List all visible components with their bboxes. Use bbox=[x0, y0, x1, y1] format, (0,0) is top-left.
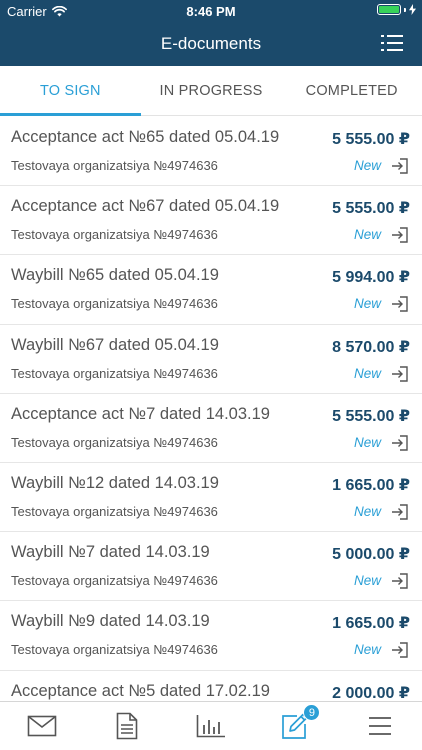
document-row[interactable]: Acceptance act №65 dated 05.04.19 5 555.… bbox=[0, 117, 422, 187]
sign-in-icon[interactable] bbox=[390, 225, 410, 245]
document-organization: Testovaya organizatsiya №4974636 bbox=[11, 296, 218, 312]
document-list: Acceptance act №65 dated 05.04.19 5 555.… bbox=[0, 117, 422, 701]
document-amount: 5 000.00 ₽ bbox=[332, 546, 410, 564]
page-title: E-documents bbox=[160, 34, 262, 53]
status-badge: New bbox=[353, 642, 381, 658]
status-badge: New bbox=[353, 503, 381, 519]
document-title: Waybill №67 dated 05.04.19 bbox=[11, 335, 219, 354]
sign-in-icon[interactable] bbox=[390, 433, 410, 453]
bottom-tab-bar: 9 bbox=[0, 701, 422, 750]
list-filter-icon bbox=[381, 35, 403, 51]
document-title: Waybill №65 dated 05.04.19 bbox=[11, 266, 219, 285]
document-organization: Testovaya organizatsiya №4974636 bbox=[11, 503, 218, 519]
document-amount: 2 000.00 ₽ bbox=[332, 684, 410, 702]
tab-to-sign[interactable]: TO SIGN bbox=[0, 66, 141, 116]
document-row[interactable]: Waybill №67 dated 05.04.19 8 570.00 ₽ Te… bbox=[0, 325, 422, 394]
document-organization: Testovaya organizatsiya №4974636 bbox=[11, 642, 218, 658]
status-badge: New bbox=[353, 296, 381, 312]
notification-badge: 9 bbox=[303, 704, 321, 721]
document-title: Acceptance act №67 dated 05.04.19 bbox=[11, 197, 280, 216]
document-row[interactable]: Waybill №12 dated 14.03.19 1 665.00 ₽ Te… bbox=[0, 463, 422, 533]
status-badge: New bbox=[353, 365, 381, 381]
charging-bolt-icon bbox=[409, 4, 416, 15]
tab-bar-reports[interactable] bbox=[169, 702, 253, 750]
sign-in-icon[interactable] bbox=[390, 502, 410, 522]
sign-in-icon[interactable] bbox=[390, 640, 410, 660]
document-organization: Testovaya organizatsiya №4974636 bbox=[11, 573, 218, 589]
status-badge: New bbox=[353, 158, 381, 173]
sign-in-icon[interactable] bbox=[390, 156, 410, 176]
tab-bar-documents[interactable] bbox=[84, 702, 168, 750]
document-icon bbox=[116, 712, 137, 740]
tab-bar-mail[interactable] bbox=[0, 702, 84, 750]
sign-in-icon[interactable] bbox=[390, 571, 410, 591]
sign-in-icon[interactable] bbox=[390, 294, 410, 314]
status-badge: New bbox=[353, 573, 381, 589]
document-organization: Testovaya organizatsiya №4974636 bbox=[11, 434, 218, 450]
list-filter-button[interactable] bbox=[380, 33, 404, 53]
document-organization: Testovaya organizatsiya №4974636 bbox=[11, 227, 218, 243]
document-title: Waybill №12 dated 14.03.19 bbox=[11, 473, 219, 492]
document-amount: 5 994.00 ₽ bbox=[332, 269, 410, 287]
status-badge: New bbox=[353, 434, 381, 450]
bar-chart-icon bbox=[196, 715, 226, 738]
document-row[interactable]: Acceptance act №67 dated 05.04.19 5 555.… bbox=[0, 186, 422, 256]
document-organization: Testovaya organizatsiya №4974636 bbox=[11, 158, 218, 173]
document-title: Acceptance act №5 dated 17.02.19 bbox=[11, 681, 270, 700]
document-title: Acceptance act №65 dated 05.04.19 bbox=[11, 128, 280, 146]
document-row[interactable]: Acceptance act №7 dated 14.03.19 5 555.0… bbox=[0, 394, 422, 463]
menu-icon bbox=[368, 717, 391, 735]
document-amount: 8 570.00 ₽ bbox=[332, 338, 410, 356]
document-row[interactable]: Waybill №65 dated 05.04.19 5 994.00 ₽ Te… bbox=[0, 255, 422, 325]
tab-completed[interactable]: COMPLETED bbox=[281, 66, 422, 115]
document-title: Waybill №7 dated 14.03.19 bbox=[11, 543, 210, 562]
battery-icon bbox=[377, 4, 401, 15]
tab-in-progress[interactable]: IN PROGRESS bbox=[141, 66, 282, 115]
document-row[interactable]: Waybill №7 dated 14.03.19 5 000.00 ₽ Tes… bbox=[0, 532, 422, 602]
document-title: Waybill №9 dated 14.03.19 bbox=[11, 612, 210, 631]
document-tabs: TO SIGN IN PROGRESS COMPLETED bbox=[0, 66, 422, 116]
document-amount: 5 555.00 ₽ bbox=[332, 200, 410, 218]
document-row[interactable]: Acceptance act №5 dated 17.02.19 2 000.0… bbox=[0, 671, 422, 702]
tab-bar-sign[interactable]: 9 bbox=[253, 702, 337, 750]
app-header: Carrier 8:46 PM E-documents bbox=[0, 0, 422, 66]
document-amount: 1 665.00 ₽ bbox=[332, 476, 410, 494]
status-time: 8:46 PM bbox=[186, 4, 236, 19]
mail-icon bbox=[27, 715, 57, 737]
document-amount: 1 665.00 ₽ bbox=[332, 615, 410, 633]
status-badge: New bbox=[353, 227, 381, 243]
sign-in-icon[interactable] bbox=[390, 364, 410, 384]
status-bar: Carrier 8:46 PM bbox=[0, 0, 422, 22]
document-row[interactable]: Waybill №9 dated 14.03.19 1 665.00 ₽ Tes… bbox=[0, 601, 422, 671]
tab-bar-menu[interactable] bbox=[338, 702, 422, 750]
document-amount: 5 555.00 ₽ bbox=[332, 407, 410, 425]
document-amount: 5 555.00 ₽ bbox=[332, 131, 410, 148]
battery-indicator bbox=[377, 4, 416, 15]
document-title: Acceptance act №7 dated 14.03.19 bbox=[11, 404, 270, 423]
document-organization: Testovaya organizatsiya №4974636 bbox=[11, 365, 218, 381]
